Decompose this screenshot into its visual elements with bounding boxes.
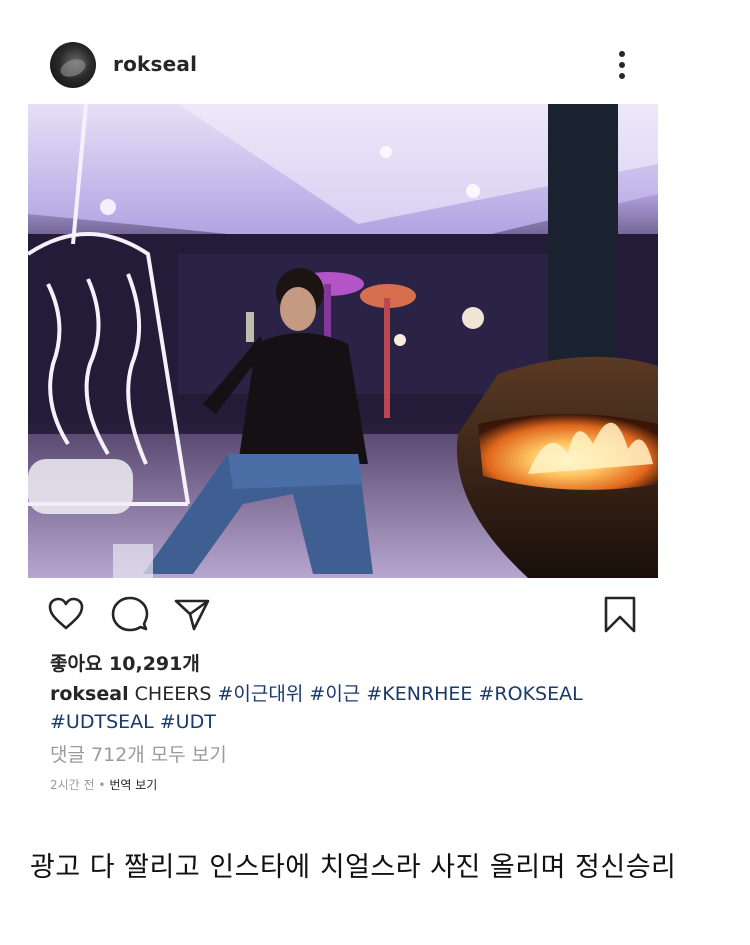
instagram-post: rokseal 좋아요 10,291개 rokseal CHEERS #이근대위… (28, 28, 658, 808)
post-time: 2시간 전 (50, 778, 95, 792)
post-action-bar (28, 588, 658, 640)
send-icon (174, 599, 210, 631)
post-meta: 2시간 전 • 번역 보기 (50, 776, 157, 793)
avatar[interactable] (50, 42, 96, 88)
view-all-comments-link[interactable]: 댓글 712개 모두 보기 (50, 740, 227, 767)
meme-caption: 광고 다 짤리고 인스타에 치얼스라 사진 올리며 정신승리 (30, 852, 677, 883)
avatar-figure (58, 56, 88, 80)
likes-count[interactable]: 좋아요 10,291개 (50, 649, 200, 676)
like-button[interactable] (46, 594, 86, 634)
more-vertical-icon-dot (619, 62, 625, 68)
save-button[interactable] (600, 594, 640, 634)
hashtag[interactable]: #UDTSEAL (50, 711, 154, 733)
caption-username[interactable]: rokseal (50, 683, 129, 705)
hashtag[interactable]: #UDT (160, 711, 216, 733)
post-photo-illustration (28, 104, 658, 578)
bookmark-icon (604, 596, 636, 633)
more-vertical-icon (619, 51, 625, 57)
meta-separator: • (98, 778, 106, 792)
hashtag[interactable]: #이근대위 (218, 683, 304, 705)
comment-icon (111, 596, 149, 632)
hashtag[interactable]: #KENRHEE (366, 683, 472, 705)
hashtag[interactable]: #이근 (309, 683, 360, 705)
post-photo[interactable] (28, 104, 658, 578)
see-translation-link[interactable]: 번역 보기 (109, 778, 157, 792)
post-header: rokseal (28, 28, 658, 104)
more-vertical-icon-dot (619, 73, 625, 79)
caption-text: CHEERS (134, 683, 212, 705)
comment-button[interactable] (110, 594, 150, 634)
heart-icon (48, 597, 84, 630)
more-options-button[interactable] (610, 48, 634, 82)
post-caption: rokseal CHEERS #이근대위 #이근 #KENRHEE #ROKSE… (50, 680, 650, 736)
post-username[interactable]: rokseal (113, 52, 197, 76)
hashtag[interactable]: #ROKSEAL (479, 683, 583, 705)
share-button[interactable] (172, 594, 212, 634)
